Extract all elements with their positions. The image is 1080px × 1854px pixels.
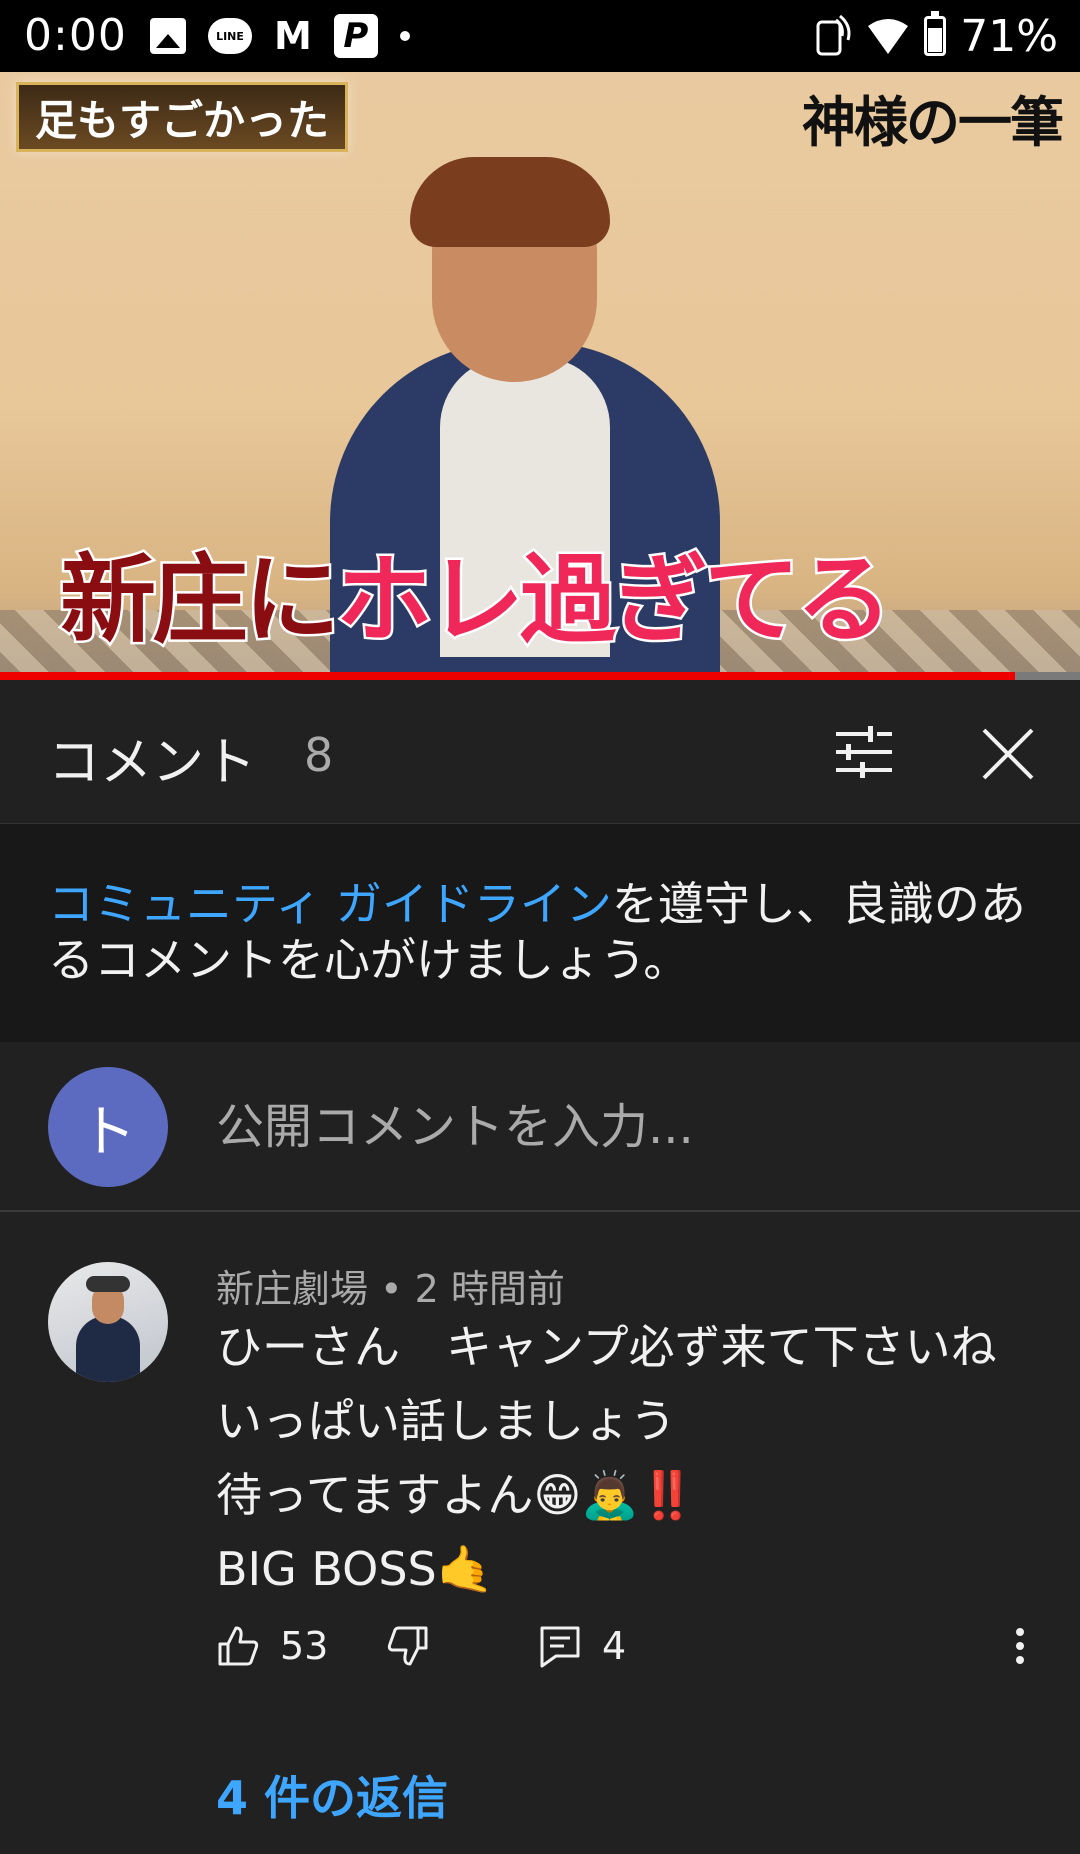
comment-input[interactable] bbox=[216, 1092, 1016, 1162]
wifi-icon bbox=[868, 19, 909, 54]
sort-filter-button[interactable] bbox=[832, 720, 896, 784]
avatar-suit bbox=[76, 1316, 140, 1382]
line-icon: LINE bbox=[208, 18, 252, 54]
like-button[interactable]: 53 bbox=[216, 1616, 328, 1676]
comments-title: コメント bbox=[48, 733, 257, 793]
reply-count: 4 bbox=[602, 1624, 627, 1668]
user-avatar[interactable]: ト bbox=[48, 1067, 168, 1187]
close-icon bbox=[982, 728, 1034, 780]
video-progress-bar[interactable] bbox=[0, 672, 1080, 680]
status-time: 0:00 bbox=[24, 10, 127, 61]
image-icon bbox=[150, 18, 186, 54]
thumbs-down-icon bbox=[387, 1626, 428, 1666]
comments-header: コメント 8 bbox=[0, 680, 1080, 824]
caption-part-2: ホレ過ぎてる bbox=[334, 542, 895, 659]
gmail-icon: M bbox=[274, 14, 312, 58]
more-vert-icon bbox=[1016, 1628, 1024, 1664]
more-options-button[interactable] bbox=[1012, 1616, 1028, 1676]
comment-input-row: ト bbox=[0, 1042, 1080, 1212]
meta-separator: • bbox=[368, 1267, 415, 1311]
comment-author[interactable]: 新庄劇場 bbox=[216, 1267, 368, 1311]
commenter-avatar[interactable] bbox=[48, 1262, 168, 1382]
avatar-hair bbox=[86, 1276, 130, 1292]
status-bar: 0:00 LINE M P 71% bbox=[0, 0, 1080, 72]
view-replies-link[interactable]: 4 件の返信 bbox=[216, 1762, 448, 1828]
comment-actions: 53 4 bbox=[216, 1616, 1056, 1676]
battery-icon bbox=[924, 11, 947, 56]
like-count: 53 bbox=[280, 1624, 329, 1668]
comment-text: ひーさん キャンプ必ず来て下さいね いっぱい話しましょう 待ってますよん😁🙇‍♂… bbox=[216, 1320, 997, 1596]
community-guideline-banner: コミュニティ ガイドラインを遵守し、良識のあるコメントを心がけましょう。 bbox=[0, 824, 1080, 1042]
battery-percent: 71% bbox=[960, 10, 1058, 62]
comment-time: 2 時間前 bbox=[414, 1267, 565, 1311]
video-caption: 新庄にホレ過ぎてる bbox=[58, 522, 895, 661]
dislike-button[interactable] bbox=[386, 1616, 430, 1676]
p-app-icon: P bbox=[333, 14, 378, 58]
community-guideline-link[interactable]: コミュニティ ガイドライン bbox=[48, 877, 612, 931]
video-badge: 足もすごかった bbox=[16, 82, 348, 152]
video-progress-fill bbox=[0, 672, 1016, 680]
sliders-icon bbox=[836, 726, 892, 778]
nfc-icon bbox=[816, 14, 851, 56]
comment-meta: 新庄劇場 • 2 時間前 bbox=[216, 1258, 565, 1313]
close-button[interactable] bbox=[978, 724, 1038, 784]
video-player[interactable]: 足もすごかった 神様の一筆 新庄にホレ過ぎてる bbox=[0, 72, 1080, 680]
notification-icons: LINE M P bbox=[150, 14, 410, 58]
dot-icon bbox=[399, 31, 410, 41]
thumbs-up-icon bbox=[218, 1626, 259, 1666]
reply-button[interactable]: 4 bbox=[538, 1616, 626, 1676]
system-icons: 71% bbox=[812, 10, 1058, 62]
caption-part-1: 新庄に bbox=[58, 542, 343, 659]
comment-item: 新庄劇場 • 2 時間前 ひーさん キャンプ必ず来て下さいね いっぱい話しましょ… bbox=[0, 1212, 1080, 1854]
comment-icon bbox=[540, 1626, 580, 1668]
comments-count: 8 bbox=[304, 728, 334, 782]
channel-logo: 神様の一筆 bbox=[802, 90, 1064, 154]
person-hair bbox=[410, 157, 610, 247]
